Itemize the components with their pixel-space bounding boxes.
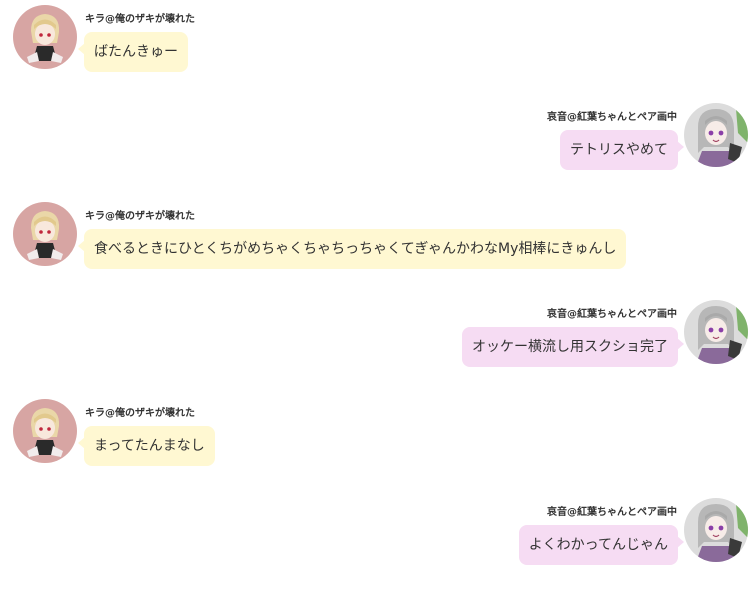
message-bubble: よくわかってんじゃん (518, 525, 678, 565)
message-bubble: オッケー横流し用スクショ完了 (462, 327, 678, 367)
sender-name: 哀音@紅葉ちゃんとペア画中 (547, 112, 677, 123)
message-bubble: 食べるときにひとくちがめちゃくちゃちっちゃくてぎゃんかわなMy相棒にきゅんし (84, 229, 627, 269)
silver-hair-character-avatar-icon[interactable] (684, 103, 748, 167)
sender-name: 哀音@紅葉ちゃんとペア画中 (547, 507, 677, 518)
blonde-character-avatar-icon[interactable] (13, 399, 77, 463)
sender-name: キラ@俺のザキが壊れた (85, 14, 195, 25)
message-bubble: テトリスやめて (560, 130, 678, 170)
sender-name: キラ@俺のザキが壊れた (85, 408, 195, 419)
chat-message: キラ@俺のザキが壊れた 食べるときにひとくちがめちゃくちゃちっちゃくてぎゃんかわ… (0, 202, 750, 272)
sender-name: キラ@俺のザキが壊れた (85, 211, 195, 222)
message-bubble: まってたんまなし (84, 426, 215, 466)
bubble-tail (677, 141, 684, 153)
chat-message: キラ@俺のザキが壊れた ばたんきゅー (0, 5, 750, 75)
silver-hair-character-avatar-icon[interactable] (684, 300, 748, 364)
blonde-character-avatar-icon[interactable] (13, 202, 77, 266)
chat-message: キラ@俺のザキが壊れた まってたんまなし (0, 399, 750, 469)
chat-message: 哀音@紅葉ちゃんとペア画中 オッケー横流し用スクショ完了 (0, 300, 750, 370)
chat-message: 哀音@紅葉ちゃんとペア画中 テトリスやめて (0, 103, 750, 173)
message-bubble: ばたんきゅー (84, 32, 188, 72)
bubble-tail (677, 338, 684, 350)
bubble-tail (677, 536, 684, 548)
sender-name: 哀音@紅葉ちゃんとペア画中 (547, 309, 677, 320)
chat-log: キラ@俺のザキが壊れた ばたんきゅー 哀音@紅葉ちゃんとペア画中 テトリスやめて (0, 0, 750, 589)
silver-hair-character-avatar-icon[interactable] (684, 498, 748, 562)
chat-message: 哀音@紅葉ちゃんとペア画中 よくわかってんじゃん (0, 498, 750, 568)
blonde-character-avatar-icon[interactable] (13, 5, 77, 69)
